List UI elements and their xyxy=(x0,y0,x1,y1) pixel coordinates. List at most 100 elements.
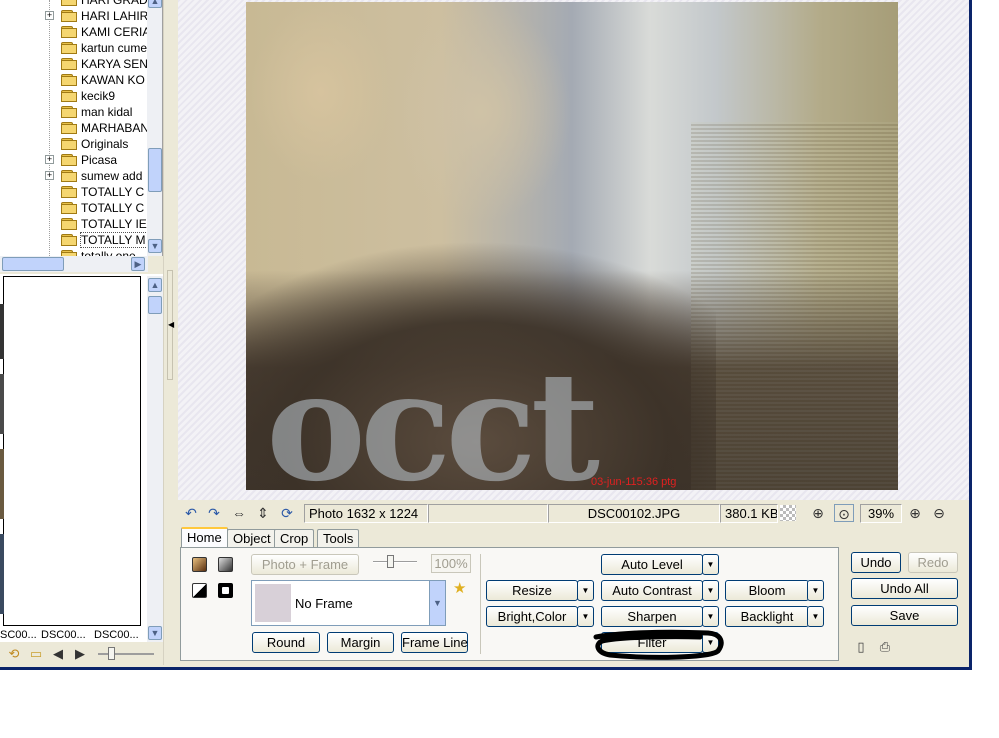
chevron-down-icon[interactable]: ▼ xyxy=(429,581,445,625)
expand-icon[interactable]: + xyxy=(45,11,54,20)
sepia-icon[interactable] xyxy=(192,557,207,572)
forward-icon[interactable]: ▶ xyxy=(72,646,88,662)
margin-button[interactable]: Margin xyxy=(327,632,394,653)
fit-width-icon[interactable]: ⇔ xyxy=(229,504,249,522)
scroll-down-icon[interactable]: ▼ xyxy=(148,626,162,640)
print-icon[interactable]: ⎙ xyxy=(877,639,893,655)
tree-item[interactable]: MARHABAN xyxy=(0,120,148,136)
actual-size-icon[interactable]: ⊕ xyxy=(808,504,828,522)
tree-item[interactable]: KAMI CERIA xyxy=(0,24,148,40)
expand-icon[interactable]: + xyxy=(45,171,54,180)
hscroll-thumb[interactable] xyxy=(2,257,64,271)
photo-frame-button[interactable]: Photo + Frame xyxy=(251,554,359,575)
thumbnail-size-slider[interactable] xyxy=(98,647,154,660)
filter-button[interactable]: Filter xyxy=(601,632,703,653)
thumbnail-caption: SC00... xyxy=(0,629,37,641)
pane-splitter[interactable]: ◀ xyxy=(163,0,177,665)
tree-item[interactable]: TOTALLY M xyxy=(0,232,148,248)
sharpen-dropdown[interactable]: ▼ xyxy=(702,606,719,627)
auto-contrast-dropdown[interactable]: ▼ xyxy=(702,580,719,601)
auto-contrast-button[interactable]: Auto Contrast xyxy=(601,580,703,601)
scroll-down-icon[interactable]: ▼ xyxy=(148,239,162,253)
bright-color-button[interactable]: Bright,Color xyxy=(486,606,578,627)
backlight-button[interactable]: Backlight xyxy=(725,606,809,627)
scroll-up-icon[interactable]: ▲ xyxy=(148,0,162,8)
scroll-thumb[interactable] xyxy=(148,296,162,314)
fit-window-icon[interactable]: ⊙ xyxy=(834,504,854,522)
tree-item[interactable]: + sumew add xyxy=(0,168,148,184)
scroll-up-icon[interactable]: ▲ xyxy=(148,278,162,292)
tree-item[interactable]: totally one xyxy=(0,248,148,256)
tab-object[interactable]: Object xyxy=(227,529,277,548)
tree-vertical-scrollbar[interactable]: ▲ ▼ xyxy=(147,0,162,256)
backlight-dropdown[interactable]: ▼ xyxy=(807,606,824,627)
black-white-icon[interactable] xyxy=(192,583,207,598)
filter-dropdown[interactable]: ▼ xyxy=(702,632,719,653)
undo-all-button[interactable]: Undo All xyxy=(851,578,958,599)
zoom-out-icon[interactable]: ⊖ xyxy=(929,504,949,522)
folder-icon xyxy=(61,26,77,38)
refresh-icon[interactable]: ⟳ xyxy=(277,504,297,522)
tree-item[interactable]: HARI GRAD xyxy=(0,0,148,8)
redo-button[interactable]: Redo xyxy=(908,552,958,573)
bloom-button[interactable]: Bloom xyxy=(725,580,809,601)
resize-button[interactable]: Resize xyxy=(486,580,578,601)
fit-height-icon[interactable]: ⇕ xyxy=(253,504,273,522)
tab-tools[interactable]: Tools xyxy=(317,529,360,548)
tree-item[interactable]: KAWAN KO xyxy=(0,72,148,88)
tree-horizontal-scrollbar[interactable]: ▶ xyxy=(0,256,148,272)
tab-home[interactable]: Home xyxy=(181,527,228,548)
auto-level-dropdown[interactable]: ▼ xyxy=(702,554,719,575)
tree-item[interactable]: TOTALLY IE xyxy=(0,216,148,232)
thumbnail-selected[interactable] xyxy=(3,276,141,626)
bright-color-dropdown[interactable]: ▼ xyxy=(577,606,594,627)
thumbnail-strip[interactable] xyxy=(0,534,4,614)
frame-line-button[interactable]: Frame Line xyxy=(401,632,468,653)
bloom-dropdown[interactable]: ▼ xyxy=(807,580,824,601)
slider-knob[interactable] xyxy=(108,647,115,660)
tree-item[interactable]: Originals xyxy=(0,136,148,152)
undo-button[interactable]: Undo xyxy=(851,552,901,573)
save-button[interactable]: Save xyxy=(851,605,958,626)
document-icon[interactable]: ▯ xyxy=(853,639,869,655)
tree-item[interactable]: + Picasa xyxy=(0,152,148,168)
frame-slider[interactable] xyxy=(373,555,417,568)
resize-dropdown[interactable]: ▼ xyxy=(577,580,594,601)
tree-item[interactable]: + HARI LAHIR xyxy=(0,8,148,24)
sharpen-button[interactable]: Sharpen xyxy=(601,606,703,627)
rotate-icon[interactable]: ⟲ xyxy=(6,646,22,662)
thumbnail-strip[interactable] xyxy=(0,374,4,434)
tree-item-label: KAMI CERIA xyxy=(81,25,147,39)
tree-item[interactable]: kecik9 xyxy=(0,88,148,104)
round-button[interactable]: Round xyxy=(252,632,320,653)
tree-item[interactable]: kartun cume xyxy=(0,40,148,56)
frame-percent[interactable]: 100% xyxy=(431,554,471,573)
thumbnail-strip[interactable] xyxy=(0,449,4,519)
auto-level-button[interactable]: Auto Level xyxy=(601,554,703,575)
tree-item-label: kecik9 xyxy=(81,89,116,103)
scroll-thumb[interactable] xyxy=(148,148,162,192)
rotate-left-icon[interactable]: ↶ xyxy=(181,504,201,522)
expand-icon[interactable]: + xyxy=(45,155,54,164)
tree-item[interactable]: man kidal xyxy=(0,104,148,120)
scroll-right-icon[interactable]: ▶ xyxy=(131,257,145,271)
photo-viewer[interactable]: occt 03-jun-115:36 ptg xyxy=(178,0,969,500)
zoom-in-icon[interactable]: ⊕ xyxy=(905,504,925,522)
frame-combo[interactable]: No Frame ▼ xyxy=(251,580,446,626)
negative-icon[interactable] xyxy=(218,583,233,598)
slider-knob[interactable] xyxy=(387,555,394,568)
tree-item[interactable]: TOTALLY C xyxy=(0,184,148,200)
tab-crop[interactable]: Crop xyxy=(274,529,315,548)
photo-image[interactable]: occt 03-jun-115:36 ptg xyxy=(246,2,898,490)
tree-item[interactable]: TOTALLY C xyxy=(0,200,148,216)
thumbnail-strip[interactable] xyxy=(0,304,4,359)
rotate-right-icon[interactable]: ↷ xyxy=(204,504,224,522)
star-icon[interactable]: ★ xyxy=(453,579,466,597)
collapse-arrow-icon[interactable]: ◀ xyxy=(168,320,174,329)
checker-icon[interactable] xyxy=(780,505,796,521)
back-icon[interactable]: ◀ xyxy=(50,646,66,662)
tree-item[interactable]: KARYA SENI xyxy=(0,56,148,72)
open-folder-icon[interactable]: ▭ xyxy=(28,646,44,662)
thumbnail-scrollbar[interactable]: ▲ ▼ xyxy=(147,276,163,642)
grayscale-icon[interactable] xyxy=(218,557,233,572)
